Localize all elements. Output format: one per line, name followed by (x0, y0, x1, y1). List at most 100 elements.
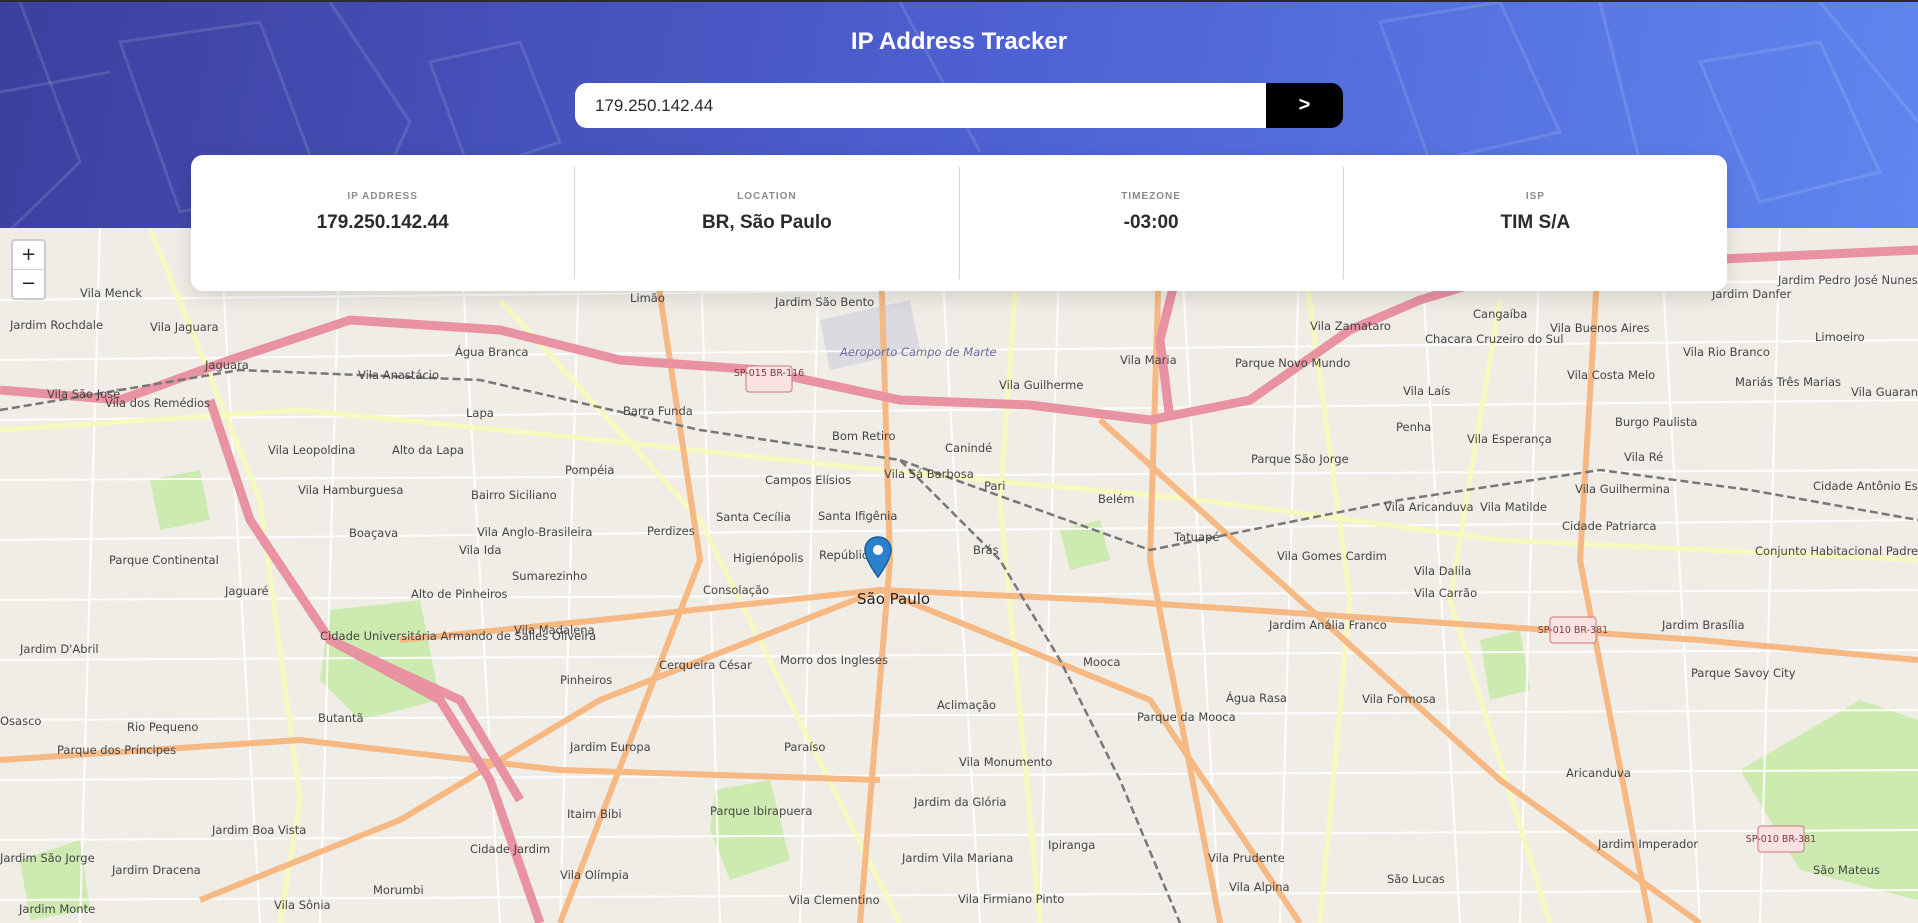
map-label: Limão (630, 291, 665, 305)
map-zoom-control: + − (11, 239, 46, 300)
map-label: Pompéia (565, 463, 614, 477)
map-label: Jardim Rochdale (9, 318, 103, 332)
map-label: Sumarezinho (512, 569, 587, 583)
map-label: Vila Guilherme (999, 378, 1083, 392)
map-label: Aclimação (937, 698, 996, 712)
map-label: Boaçava (349, 526, 398, 540)
map-label: Jardim Monte (18, 902, 95, 916)
info-label: ISP (1525, 191, 1545, 202)
map-label: Alto de Pinheiros (411, 587, 508, 601)
map-label: Brás (973, 543, 999, 557)
map-label: São Mateus (1813, 863, 1880, 877)
map-label: Santa Cecília (716, 510, 791, 524)
zoom-in-button[interactable]: + (13, 241, 44, 270)
map-label: Higienópolis (733, 551, 803, 565)
info-value: 179.250.142.44 (316, 212, 449, 233)
map-label: Alto da Lapa (392, 443, 464, 457)
map-label: Vila Ida (459, 543, 501, 557)
map-label: Rio Pequeno (127, 720, 198, 734)
info-location: LOCATION BR, São Paulo (575, 167, 960, 279)
location-marker-icon[interactable] (864, 536, 892, 578)
map-label: Vila Sônia (274, 898, 331, 912)
info-label: LOCATION (737, 191, 797, 202)
map-label: Vila Esperança (1467, 432, 1552, 446)
search-submit-button[interactable]: > (1266, 83, 1343, 128)
map-label: Campos Elísios (765, 473, 851, 487)
map[interactable]: SP-015 BR-116 SP-010 BR-381 SP-010 BR-38… (0, 228, 1918, 923)
map-label: Jardim São Bento (774, 295, 874, 309)
zoom-out-button[interactable]: − (13, 270, 44, 298)
search-bar: > (575, 83, 1343, 128)
map-label: Cerqueira César (659, 658, 752, 672)
page-title: IP Address Tracker (850, 28, 1068, 55)
map-label: Vila Carrão (1414, 586, 1477, 600)
map-label: Jaguaré (224, 584, 269, 598)
map-label: Conjunto Habitacional Padre Manoel da Nó… (1755, 544, 1918, 558)
map-label: Parque Ibirapuera (710, 804, 812, 818)
map-label: Parque Continental (109, 553, 219, 567)
map-label: Parque Novo Mundo (1235, 356, 1350, 370)
map-label: Jardim Pedro José Nunes (1777, 273, 1918, 287)
map-label: Burgo Paulista (1615, 415, 1697, 429)
map-label: Tatuapé (1173, 530, 1219, 544)
map-label: Barra Funda (623, 404, 693, 418)
map-canvas[interactable]: SP-015 BR-116 SP-010 BR-381 SP-010 BR-38… (0, 228, 1918, 923)
map-label: Perdizes (647, 524, 695, 538)
map-label: Parque da Mooca (1137, 710, 1236, 724)
map-label: Jardim São Jorge (0, 851, 95, 865)
map-label: Jardim Imperador (1597, 837, 1698, 851)
info-label: TIMEZONE (1121, 191, 1181, 202)
map-label: Aeroporto Campo de Marte (839, 345, 997, 359)
map-label: Vila Alpina (1229, 880, 1290, 894)
map-label: Vila Monumento (959, 755, 1052, 769)
map-label: Jardim Anália Franco (1268, 618, 1387, 632)
map-label: Vila Hamburguesa (298, 483, 403, 497)
map-label: Morro dos Ingleses (780, 653, 888, 667)
city-label: São Paulo (857, 590, 930, 608)
map-label: Bom Retiro (832, 429, 896, 443)
map-label: Vila Maria (1120, 353, 1177, 367)
map-label: Vila Jaguara (150, 320, 219, 334)
info-label: IP ADDRESS (347, 191, 418, 202)
map-label: Parque São Jorge (1251, 452, 1349, 466)
map-label: Vila Anglo-Brasileira (477, 525, 592, 539)
map-label: Vila Ré (1624, 450, 1663, 464)
map-label: Mariás Três Marias (1735, 375, 1841, 389)
map-label: Cidade Jardim (470, 842, 550, 856)
map-label: Consolação (703, 583, 769, 597)
map-label: Parque dos Príncipes (57, 743, 176, 757)
map-label: Parque Savoy City (1691, 666, 1796, 680)
map-label: Paraíso (784, 740, 825, 754)
map-label: Vila Clementino (789, 893, 880, 907)
map-label: Vila Buenos Aires (1550, 321, 1650, 335)
map-label: Limoeiro (1815, 330, 1865, 344)
map-label: Pinheiros (560, 673, 612, 687)
ip-search-input[interactable] (575, 83, 1266, 128)
map-label: Mooca (1083, 655, 1120, 669)
info-panel: IP ADDRESS 179.250.142.44 LOCATION BR, S… (191, 155, 1727, 291)
map-label: Vila Prudente (1208, 851, 1285, 865)
map-label: Vila Costa Melo (1567, 368, 1655, 382)
map-label: Canindé (945, 441, 992, 455)
map-label: Butantã (318, 711, 364, 725)
map-label: Pari (984, 479, 1005, 493)
svg-text:SP-010 BR-381: SP-010 BR-381 (1538, 625, 1608, 636)
map-label: Vila Leopoldina (268, 443, 355, 457)
map-label: Ipiranga (1048, 838, 1095, 852)
map-label: Vila Dalila (1414, 564, 1471, 578)
svg-text:SP-015 BR-116: SP-015 BR-116 (734, 368, 804, 379)
map-label: Jardim Brasília (1661, 618, 1745, 632)
map-label: Jardim Dracena (111, 863, 201, 877)
info-ip-address: IP ADDRESS 179.250.142.44 (191, 167, 576, 279)
info-value: BR, São Paulo (701, 212, 832, 233)
map-label: Penha (1396, 420, 1431, 434)
map-label: Belém (1098, 492, 1134, 506)
map-label: Vila Olímpia (560, 868, 629, 882)
map-label: Vila Formosa (1362, 692, 1436, 706)
info-value: -03:00 (1123, 212, 1179, 233)
map-label: Itaim Bibi (567, 807, 622, 821)
map-label: Bairro Siciliano (471, 488, 557, 502)
map-label: Vila Zamataro (1310, 319, 1391, 333)
map-label: Vila Firmiano Pinto (958, 892, 1064, 906)
map-label: Vila dos Remédios (105, 396, 210, 410)
